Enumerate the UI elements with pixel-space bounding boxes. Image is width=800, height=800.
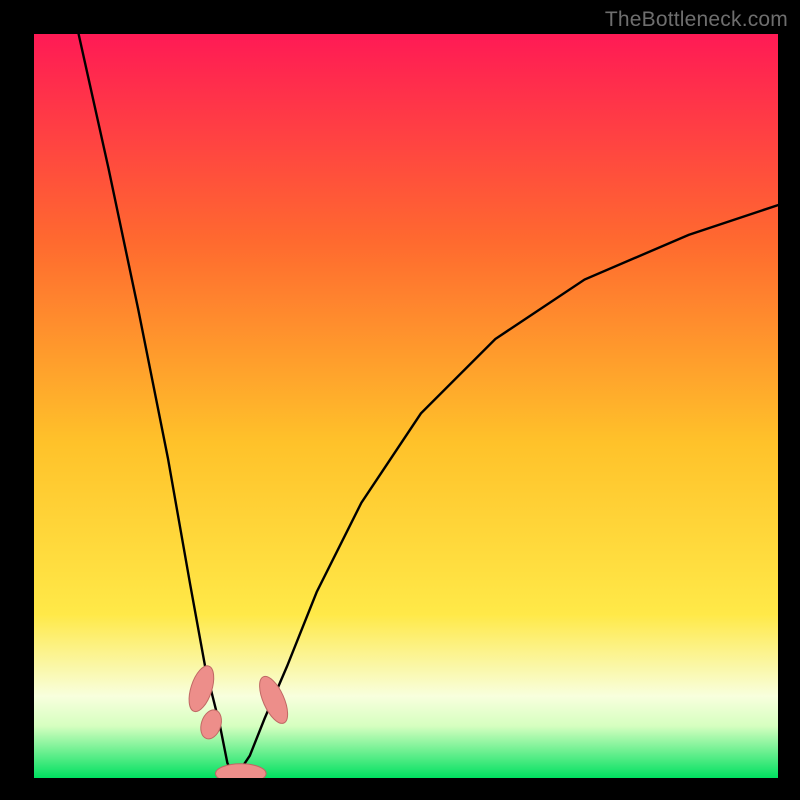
outer-frame: TheBottleneck.com [0,0,800,800]
plot-area [34,34,778,778]
watermark-text: TheBottleneck.com [605,8,788,32]
gradient-background [34,34,778,778]
plot-svg [34,34,778,778]
